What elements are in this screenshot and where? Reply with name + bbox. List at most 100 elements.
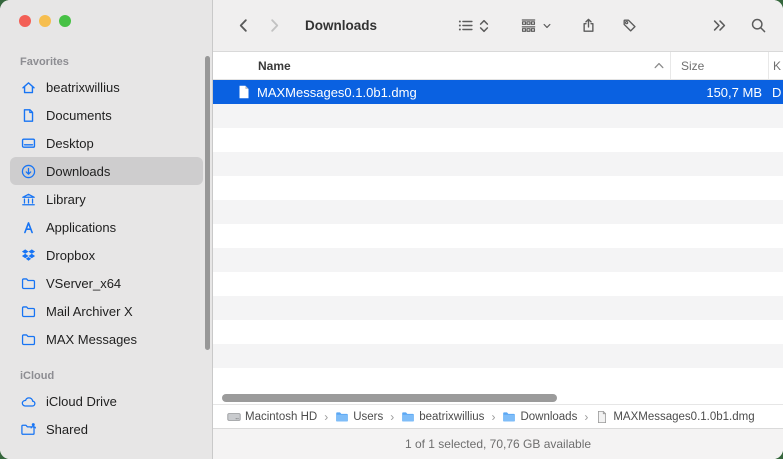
tag-icon[interactable] — [621, 17, 638, 34]
file-list-rows: MAXMessages0.1.0b1.dmg 150,7 MBD — [213, 80, 783, 392]
sidebar-item-downloads[interactable]: Downloads — [10, 157, 203, 185]
document-icon — [20, 107, 37, 124]
library-icon — [20, 191, 37, 208]
column-header-size[interactable]: Size — [671, 59, 768, 73]
empty-row[interactable] — [213, 224, 783, 248]
sidebar-scrollbar[interactable] — [205, 56, 210, 350]
sidebar-item-icloud-drive[interactable]: iCloud Drive — [10, 387, 203, 415]
path-separator: › — [491, 410, 495, 424]
sidebar-item-applications[interactable]: Applications — [10, 213, 203, 241]
list-header: Name Size K — [213, 52, 783, 80]
path-separator: › — [390, 410, 394, 424]
sidebar-item-shared[interactable]: Shared — [10, 415, 203, 443]
column-header-name-label: Name — [258, 59, 291, 73]
file-small-icon — [595, 410, 609, 424]
sidebar-item-library[interactable]: Library — [10, 185, 203, 213]
empty-row[interactable] — [213, 128, 783, 152]
sidebar-item-label: Library — [46, 192, 86, 207]
file-row-maxmessages0-1-0b1-dmg[interactable]: MAXMessages0.1.0b1.dmg 150,7 MBD — [213, 80, 783, 104]
empty-row[interactable] — [213, 200, 783, 224]
applications-icon — [20, 219, 37, 236]
folder-icon — [20, 331, 37, 348]
file-kind-cell: D — [768, 85, 783, 100]
sidebar-item-desktop[interactable]: Desktop — [10, 129, 203, 157]
sidebar-item-documents[interactable]: Documents — [10, 101, 203, 129]
path-item-label: Users — [353, 411, 383, 423]
path-item-label: beatrixwillius — [419, 411, 484, 423]
toolbar: Downloads — [213, 0, 783, 52]
dropbox-icon — [20, 247, 37, 264]
finder-window: Favorites beatrixwillius Documents Desktop D… — [0, 0, 783, 459]
chevron-down-icon[interactable] — [542, 21, 552, 31]
path-separator: › — [584, 410, 588, 424]
icloud-icon — [20, 393, 37, 410]
sidebar-item-dropbox[interactable]: Dropbox — [10, 241, 203, 269]
path-item-users[interactable]: Users — [335, 410, 383, 424]
empty-row[interactable] — [213, 176, 783, 200]
path-item-downloads[interactable]: Downloads — [502, 410, 577, 424]
folder-blue-icon — [502, 410, 516, 424]
path-bar: Macintosh HD › Users › beatrixwillius › Downlo… — [213, 404, 783, 428]
file-name-cell: MAXMessages0.1.0b1.dmg — [213, 85, 670, 100]
column-header-name[interactable]: Name — [213, 59, 670, 73]
content-area: Downloads Name Size K MAXMessages0.1.0b1… — [212, 0, 783, 459]
hard-drive-icon — [227, 410, 241, 424]
empty-row[interactable] — [213, 104, 783, 128]
empty-row[interactable] — [213, 248, 783, 272]
empty-row[interactable] — [213, 296, 783, 320]
empty-row[interactable] — [213, 272, 783, 296]
path-item-maxmessages0-1-0b1-dmg[interactable]: MAXMessages0.1.0b1.dmg — [595, 410, 754, 424]
folder-icon — [20, 303, 37, 320]
file-white-icon — [238, 85, 250, 99]
sidebar-item-label: Downloads — [46, 164, 110, 179]
sidebar-item-mail-archiver-x[interactable]: Mail Archiver X — [10, 297, 203, 325]
minimize-button[interactable] — [39, 15, 51, 27]
column-header-kind[interactable]: K — [769, 59, 783, 73]
empty-row[interactable] — [213, 320, 783, 344]
view-arrows-icon[interactable] — [478, 18, 490, 34]
sidebar-sections: Favorites beatrixwillius Documents Desktop D… — [0, 56, 212, 443]
group-view-icon[interactable] — [520, 17, 537, 34]
list-view-icon[interactable] — [457, 17, 474, 34]
sidebar-item-label: MAX Messages — [46, 332, 137, 347]
window-controls — [19, 15, 71, 27]
share-icon[interactable] — [580, 17, 597, 34]
sidebar-item-beatrixwillius[interactable]: beatrixwillius — [10, 73, 203, 101]
back-button[interactable] — [235, 17, 252, 34]
download-icon — [20, 163, 37, 180]
shared-folder-icon — [20, 421, 37, 438]
folder-icon — [20, 275, 37, 292]
more-toolbar-items-icon[interactable] — [711, 17, 728, 34]
sidebar-item-label: Applications — [46, 220, 116, 235]
sidebar-item-label: VServer_x64 — [46, 276, 121, 291]
sort-ascending-icon — [654, 62, 664, 69]
window-title: Downloads — [305, 18, 377, 33]
home-icon — [20, 79, 37, 96]
empty-row[interactable] — [213, 344, 783, 368]
folder-blue-icon — [401, 410, 415, 424]
desktop-icon — [20, 135, 37, 152]
search-icon[interactable] — [750, 17, 767, 34]
empty-row[interactable] — [213, 368, 783, 392]
sidebar-item-label: Desktop — [46, 136, 94, 151]
path-item-macintosh-hd[interactable]: Macintosh HD — [227, 410, 317, 424]
status-bar: 1 of 1 selected, 70,76 GB available — [213, 428, 783, 459]
file-size-cell: 150,7 MB — [670, 85, 768, 100]
path-item-label: Downloads — [520, 411, 577, 423]
sidebar-item-label: Documents — [46, 108, 112, 123]
close-button[interactable] — [19, 15, 31, 27]
forward-button[interactable] — [266, 17, 283, 34]
sidebar-item-label: Mail Archiver X — [46, 304, 133, 319]
sidebar-item-vserver-x64[interactable]: VServer_x64 — [10, 269, 203, 297]
zoom-button[interactable] — [59, 15, 71, 27]
horizontal-scrollbar[interactable] — [222, 394, 557, 402]
file-name-label: MAXMessages0.1.0b1.dmg — [257, 85, 417, 100]
sidebar-section-label-favorites: Favorites — [20, 56, 212, 68]
path-separator: › — [324, 410, 328, 424]
sidebar-item-max-messages[interactable]: MAX Messages — [10, 325, 203, 353]
path-item-beatrixwillius[interactable]: beatrixwillius — [401, 410, 484, 424]
sidebar-item-label: iCloud Drive — [46, 394, 117, 409]
sidebar-item-label: Dropbox — [46, 248, 95, 263]
horizontal-scroll-area — [213, 392, 783, 404]
empty-row[interactable] — [213, 152, 783, 176]
